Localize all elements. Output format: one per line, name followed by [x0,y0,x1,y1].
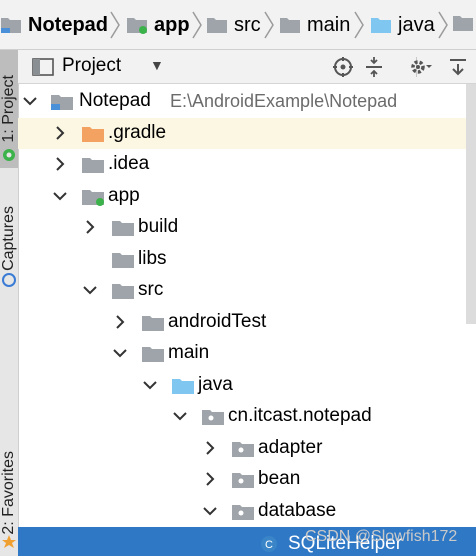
chevron-down-icon[interactable] [22,93,38,109]
package-icon [232,505,254,520]
tree-row-label: .idea [108,153,150,174]
chevron-right-icon [264,11,274,39]
folder-icon [207,18,227,33]
tree-row-package-root[interactable]: cn.itcast.notepad [18,401,476,432]
chevron-down-icon[interactable] [112,345,128,361]
navigation-breadcrumb: Notepad app src main java [0,0,476,50]
orange-folder-icon [82,127,104,142]
camera-icon [1,272,17,288]
chevron-right-icon [354,11,364,39]
tree-row-label: adapter [258,437,323,458]
chevron-down-icon[interactable] [52,188,68,204]
module-folder-icon [51,95,73,110]
tree-row-database[interactable]: database [18,496,476,527]
breadcrumb-label: Notepad [28,13,108,36]
module-folder-icon [127,18,147,34]
folder-icon [112,221,134,236]
folder-icon [453,16,473,31]
source-folder-icon [172,379,194,394]
folder-icon [82,158,104,173]
chevron-right-icon [110,11,120,39]
package-icon [232,473,254,488]
tree-row-label: database [258,500,337,521]
chevron-right-icon[interactable] [202,440,218,456]
project-tree[interactable]: Notepad E:\AndroidExample\Notepad .gradl… [18,84,476,556]
breadcrumb-src[interactable]: src [206,0,261,49]
tree-row-java[interactable]: java [18,370,476,401]
svg-text:C: C [265,539,273,551]
tab-label: 2: Favorites [0,451,17,535]
chevron-right-icon [192,11,202,39]
folder-icon [142,316,164,331]
tool-window-strip: 1: Project Captures 2: Favorites [0,50,19,556]
vertical-scrollbar[interactable] [466,84,476,324]
source-folder-icon [371,18,391,33]
breadcrumb-label: main [307,13,351,36]
chevron-right-icon [438,11,448,39]
tree-row-app[interactable]: app [18,181,476,212]
package-icon [202,410,224,425]
chevron-down-icon[interactable] [82,282,98,298]
tree-row-build[interactable]: build [18,212,476,243]
tree-row-bean[interactable]: bean [18,464,476,495]
breadcrumb-main[interactable]: main [279,0,351,49]
breadcrumb-label: app [154,13,190,36]
chevron-down-icon[interactable] [172,408,188,424]
tree-row-label: build [138,216,179,237]
star-icon [1,534,17,550]
folder-icon [280,18,300,33]
tree-row-label: cn.itcast.notepad [228,405,372,426]
tree-row-notepad[interactable]: Notepad E:\AndroidExample\Notepad [18,86,476,117]
breadcrumb-label: java [398,13,435,36]
class-icon: C [261,536,277,552]
tab-label: Captures [0,205,17,271]
tree-row-label: bean [258,468,301,489]
settings-gear-icon[interactable] [408,56,432,78]
tree-row-label: androidTest [168,311,267,332]
chevron-right-icon[interactable] [112,314,128,330]
tree-row-main[interactable]: main [18,338,476,369]
chevron-right-icon[interactable] [82,219,98,235]
folder-icon [112,253,134,268]
module-folder-icon [1,18,21,33]
tree-row-label: app [108,185,140,206]
chevron-right-icon[interactable] [202,471,218,487]
tab-label: 1: Project [0,75,17,143]
breadcrumb-app[interactable]: app [126,0,190,49]
chevron-right-icon[interactable] [52,125,68,141]
watermark: CSDN @Slowfish172 [305,528,458,545]
android-icon [1,146,17,162]
hide-panel-icon[interactable] [446,56,470,78]
project-path: E:\AndroidExample\Notepad [170,91,398,111]
tree-row-libs[interactable]: libs [18,244,476,275]
package-icon [232,442,254,457]
breadcrumb-overflow[interactable] [452,13,474,38]
breadcrumb-notepad[interactable]: Notepad [0,0,108,49]
project-view-icon [32,57,54,77]
chevron-down-icon[interactable] [142,377,158,393]
tree-row-label: Notepad [79,90,151,111]
tree-row-label: java [198,374,233,395]
chevron-right-icon[interactable] [52,156,68,172]
chevron-down-icon[interactable] [202,503,218,519]
tree-row-label: src [138,279,164,300]
tree-row-src[interactable]: src [18,275,476,306]
breadcrumb-label: src [234,13,261,36]
tree-row-idea[interactable]: .idea [18,149,476,180]
locate-icon[interactable] [331,56,355,78]
module-folder-icon [82,190,104,206]
tree-row-adapter[interactable]: adapter [18,433,476,464]
folder-icon [112,284,134,299]
caret-down-icon[interactable]: ▼ [150,57,164,73]
tree-row-gradle[interactable]: .gradle [18,118,476,149]
panel-title[interactable]: Project [62,55,121,77]
tree-row-label: .gradle [108,122,167,143]
project-panel-header: Project ▼ [18,50,476,84]
breadcrumb-java[interactable]: java [370,0,435,49]
tree-row-androidtest[interactable]: androidTest [18,307,476,338]
tree-row-label: main [168,342,210,363]
folder-icon [142,347,164,362]
collapse-all-icon[interactable] [362,56,386,78]
tree-row-label: libs [138,248,167,269]
